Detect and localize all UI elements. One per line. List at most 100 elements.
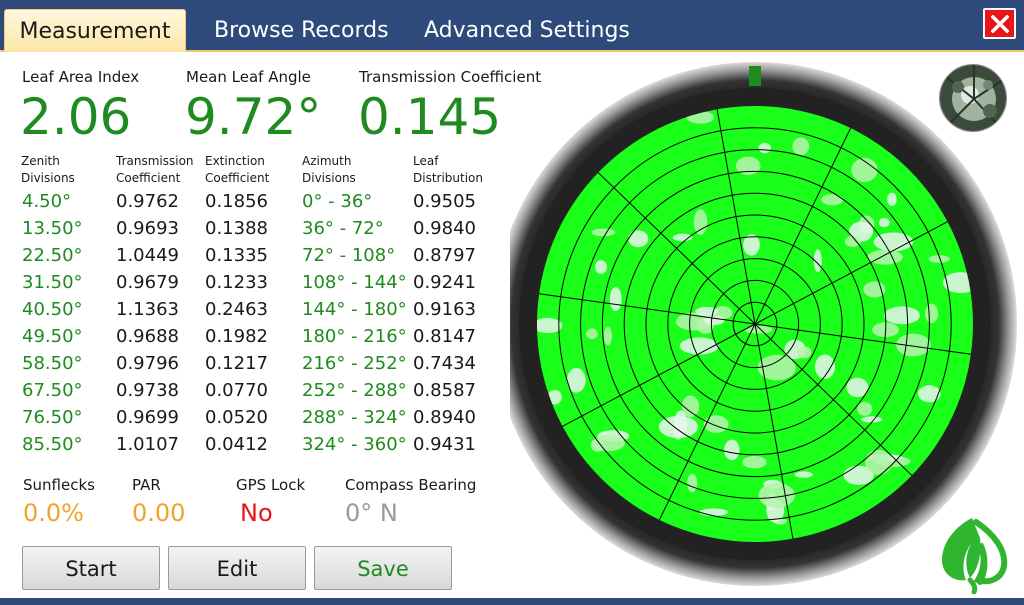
sky-gap	[703, 415, 729, 433]
sky-gap	[687, 473, 698, 493]
transmission-cell: 1.1363	[116, 299, 179, 320]
table-row: 31.50° 0.9679 0.1233 108° - 144° 0.9241	[0, 271, 520, 298]
zenith-cell: 31.50°	[22, 272, 83, 293]
header-zenith-line1: Zenith	[21, 154, 60, 168]
leaf-distribution-cell: 0.8587	[413, 380, 476, 401]
sky-gap	[821, 194, 844, 206]
sunflecks-label: Sunflecks	[23, 476, 95, 494]
compass-bearing-value: 0° N	[345, 499, 398, 527]
header-extinction-line1: Extinction	[205, 154, 265, 168]
sky-gap	[628, 230, 649, 248]
close-button[interactable]	[983, 8, 1016, 39]
zenith-cell: 76.50°	[22, 407, 83, 428]
sky-gap	[794, 471, 813, 478]
table-row: 40.50° 1.1363 0.2463 144° - 180° 0.9163	[0, 298, 520, 325]
leaf-area-index-value: 2.06	[20, 88, 132, 146]
app-window: Measurement Browse Records Advanced Sett…	[0, 0, 1024, 605]
sky-gap	[724, 439, 740, 461]
sky-gap	[884, 306, 920, 325]
extinction-cell: 0.1982	[205, 326, 268, 347]
extinction-cell: 0.0412	[205, 434, 268, 455]
azimuth-cell: 72° - 108°	[302, 245, 396, 266]
extinction-cell: 0.1388	[205, 218, 268, 239]
header-transmission-line2: Coefficient	[116, 171, 181, 185]
leaf-distribution-cell: 0.9840	[413, 218, 476, 239]
bottom-status-strip	[0, 598, 1024, 605]
header-extinction-coefficient: Extinction Coefficient	[205, 153, 269, 187]
extinction-cell: 0.2463	[205, 299, 268, 320]
leaf-distribution-cell: 0.7434	[413, 353, 476, 374]
header-azimuth-divisions: Azimuth Divisions	[302, 153, 356, 187]
leaf-distribution-cell: 0.9241	[413, 272, 476, 293]
canopy-thumbnail-image	[940, 65, 1006, 131]
sky-gap	[537, 317, 563, 334]
leaf-distribution-cell: 0.8940	[413, 407, 476, 428]
transmission-coefficient-value: 0.145	[358, 88, 502, 146]
sky-gap	[699, 508, 729, 516]
save-button[interactable]: Save	[314, 546, 452, 590]
gps-lock-label: GPS Lock	[236, 476, 306, 494]
header-azimuth-line1: Azimuth	[302, 154, 352, 168]
transmission-cell: 0.9796	[116, 353, 179, 374]
leaf-distribution-cell: 0.9163	[413, 299, 476, 320]
sky-gap	[792, 137, 810, 156]
gps-lock-value: No	[240, 499, 273, 527]
canopy-thumbnail[interactable]	[939, 64, 1007, 132]
sky-gap	[867, 249, 903, 265]
azimuth-cell: 108° - 144°	[302, 272, 407, 293]
sky-gap	[797, 346, 812, 359]
table-row: 22.50° 1.0449 0.1335 72° - 108° 0.8797	[0, 244, 520, 271]
transmission-cell: 0.9762	[116, 191, 179, 212]
header-leaf-line1: Leaf	[413, 154, 439, 168]
header-azimuth-line2: Divisions	[302, 171, 356, 185]
north-marker	[749, 66, 761, 86]
edit-button[interactable]: Edit	[168, 546, 306, 590]
transmission-cell: 0.9738	[116, 380, 179, 401]
zenith-cell: 67.50°	[22, 380, 83, 401]
azimuth-cell: 288° - 324°	[302, 407, 407, 428]
leaf-logo-icon	[942, 518, 1008, 594]
sky-gap	[865, 449, 892, 475]
sunflecks-value: 0.0%	[23, 499, 84, 527]
sky-gap	[693, 209, 708, 236]
azimuth-cell: 216° - 252°	[302, 353, 407, 374]
extinction-cell: 0.1335	[205, 245, 268, 266]
sky-gap	[857, 402, 873, 416]
start-button[interactable]: Start	[22, 546, 160, 590]
header-transmission-line1: Transmission	[116, 154, 194, 168]
sky-gap	[887, 192, 897, 206]
azimuth-cell: 180° - 216°	[302, 326, 407, 347]
transmission-cell: 0.9693	[116, 218, 179, 239]
extinction-cell: 0.1217	[205, 353, 268, 374]
transmission-cell: 0.9679	[116, 272, 179, 293]
sky-gap	[742, 455, 767, 469]
azimuth-cell: 252° - 288°	[302, 380, 407, 401]
sky-gap	[918, 385, 941, 403]
zenith-cell: 22.50°	[22, 245, 83, 266]
leaf-distribution-cell: 0.8797	[413, 245, 476, 266]
zenith-cell: 4.50°	[22, 191, 72, 212]
tab-browse-records[interactable]: Browse Records	[198, 9, 405, 52]
header-zenith-line2: Divisions	[21, 171, 75, 185]
par-value: 0.00	[132, 499, 186, 527]
sky-gap	[925, 303, 939, 324]
sky-gap	[878, 218, 890, 228]
extinction-cell: 0.0770	[205, 380, 268, 401]
zenith-cell: 13.50°	[22, 218, 83, 239]
table-row: 67.50° 0.9738 0.0770 252° - 288° 0.8587	[0, 379, 520, 406]
azimuth-cell: 36° - 72°	[302, 218, 384, 239]
tab-advanced-settings[interactable]: Advanced Settings	[408, 9, 646, 52]
sky-gap	[586, 328, 598, 340]
transmission-cell: 0.9688	[116, 326, 179, 347]
header-leaf-distribution: Leaf Distribution	[413, 153, 483, 187]
header-extinction-line2: Coefficient	[205, 171, 270, 185]
leaf-area-index-label: Leaf Area Index	[22, 68, 140, 86]
tab-measurement[interactable]: Measurement	[4, 9, 186, 52]
transmission-cell: 1.0449	[116, 245, 179, 266]
zenith-cell: 85.50°	[22, 434, 83, 455]
compass-bearing-label: Compass Bearing	[345, 476, 477, 494]
sky-gap	[609, 287, 622, 312]
extinction-cell: 0.0520	[205, 407, 268, 428]
table-row: 4.50° 0.9762 0.1856 0° - 36° 0.9505	[0, 190, 520, 217]
header-zenith-divisions: Zenith Divisions	[21, 153, 75, 187]
